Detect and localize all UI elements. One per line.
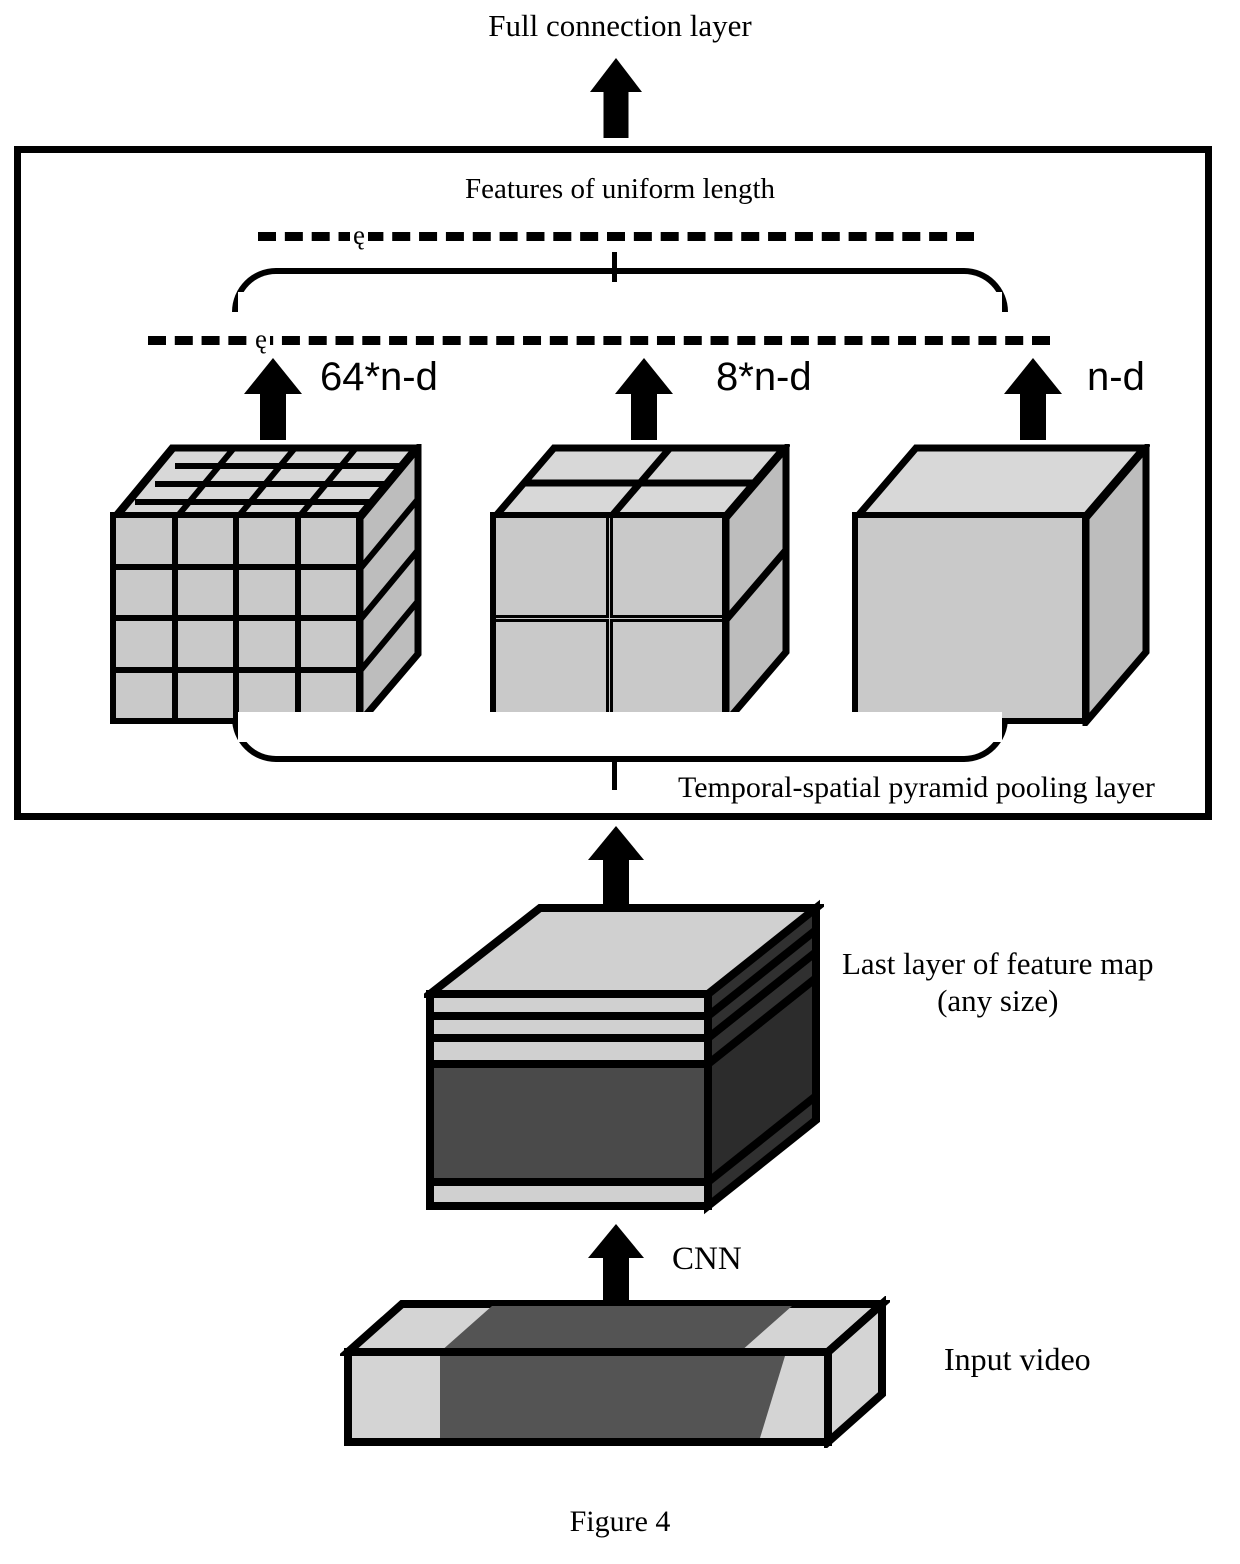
pooling-cube-1 <box>848 438 1152 732</box>
input-video-label: Input video <box>944 1341 1091 1377</box>
level-8-label: 8*n-d <box>716 355 812 399</box>
last-feature-map-label-line1: Last layer of feature map <box>842 946 1154 981</box>
last-feature-map-label: Last layer of feature map (any size) <box>842 946 1154 1019</box>
pooling-cube-1-front <box>852 512 1088 724</box>
pooling-cube-64 <box>106 438 424 732</box>
arrow-to-full-connection-layer <box>590 58 642 138</box>
cnn-label: CNN <box>672 1241 742 1277</box>
concat-brace-mask <box>238 292 1002 322</box>
temporal-spatial-pyramid-pooling-label: Temporal-spatial pyramid pooling layer <box>678 771 1155 804</box>
pooling-brace-mask <box>238 712 1002 742</box>
last-feature-map-label-line2: (any size) <box>937 982 1059 1018</box>
features-of-uniform-length-label: Features of uniform length <box>464 173 776 205</box>
pooling-cube-64-front <box>110 512 362 724</box>
last-feature-map-stack <box>418 898 828 1218</box>
arrow-level-8 <box>615 358 673 440</box>
figure-canvas: Full connection layer Features of unifor… <box>0 0 1240 1564</box>
arrow-level-1 <box>1004 358 1062 440</box>
level-64-label: 64*n-d <box>320 355 438 399</box>
concat-brace-stem <box>612 252 617 282</box>
full-connection-layer-label: Full connection layer <box>488 8 752 43</box>
arrow-cnn <box>588 1224 644 1302</box>
figure-caption: Figure 4 <box>569 1505 671 1538</box>
pooling-brace-stem <box>612 758 617 790</box>
arrow-featuremap-to-pooling <box>588 826 644 904</box>
pooling-cube-8-front <box>490 512 728 724</box>
arrow-level-64 <box>244 358 302 440</box>
rail-glyph-mid: ę <box>252 326 270 353</box>
pooling-cube-8 <box>486 438 792 732</box>
level-1-label: n-d <box>1087 355 1145 399</box>
input-video-solid <box>337 1295 893 1451</box>
level-output-rail <box>148 336 1050 345</box>
rail-glyph-top: ę <box>350 222 368 249</box>
